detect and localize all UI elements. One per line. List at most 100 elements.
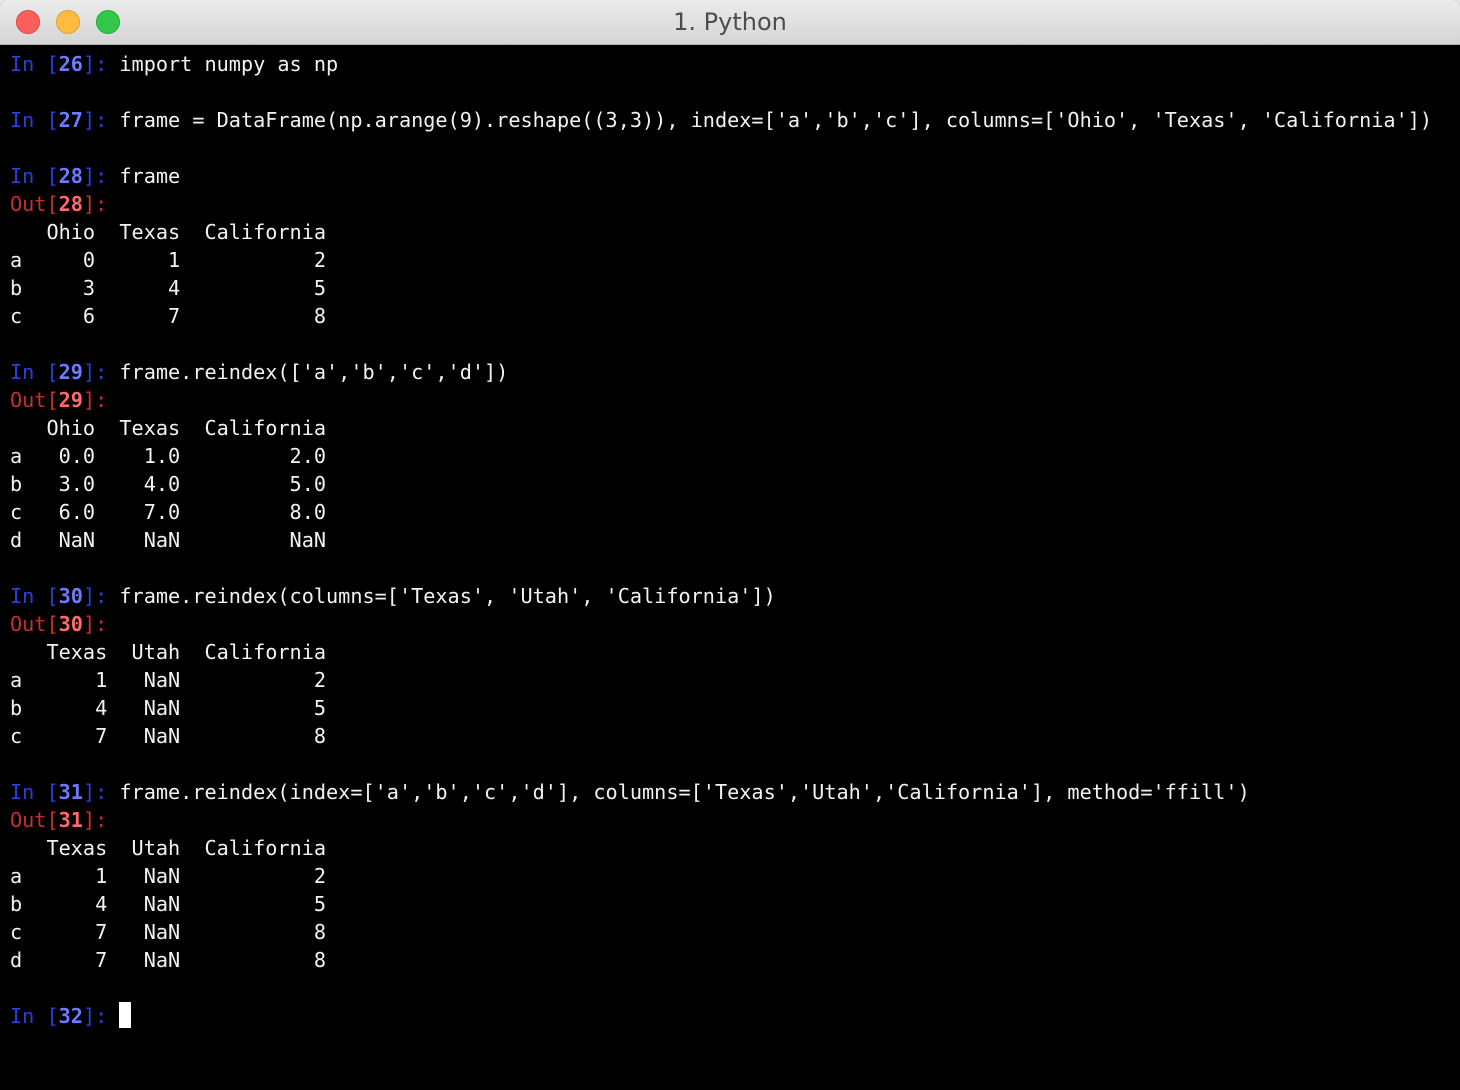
output-text: c 6 7 8 (10, 304, 327, 328)
title-bar[interactable]: 1. Python (0, 0, 1460, 45)
in-prompt-label: In (10, 780, 47, 804)
input-line: In [31]: frame.reindex(index=['a','b','c… (10, 778, 1432, 806)
out-prompt-label: Out (10, 808, 47, 832)
prompt-bracket: [ (46, 584, 59, 608)
prompt-bracket: ]: (82, 192, 108, 216)
input-code: frame = DataFrame(np.arange(9).reshape((… (119, 108, 1433, 132)
dataframe-row: b 3.0 4.0 5.0 (10, 470, 1432, 498)
output-prompt-line: Out[31]: (10, 806, 1432, 834)
output-text: b 4 NaN 5 (10, 696, 327, 720)
out-prompt-label: Out (10, 612, 47, 636)
prompt-bracket: [ (46, 360, 59, 384)
current-input-line[interactable]: In [32]: (10, 1002, 1432, 1030)
input-code: import numpy as np (119, 52, 339, 76)
dataframe-row: c 6 7 8 (10, 302, 1432, 330)
input-line: In [29]: frame.reindex(['a','b','c','d']… (10, 358, 1432, 386)
dataframe-row: c 7 NaN 8 (10, 918, 1432, 946)
out-prompt-number: 31 (58, 808, 83, 832)
output-prompt-line: Out[29]: (10, 386, 1432, 414)
dataframe-row: c 7 NaN 8 (10, 722, 1432, 750)
prompt-bracket: ]: (82, 1004, 120, 1028)
prompt-bracket: [ (46, 108, 59, 132)
dataframe-row: a 1 NaN 2 (10, 862, 1432, 890)
output-text: b 3.0 4.0 5.0 (10, 472, 327, 496)
dataframe-header-row: Texas Utah California (10, 638, 1432, 666)
in-prompt-label: In (10, 52, 47, 76)
prompt-bracket: [ (46, 388, 59, 412)
output-prompt-line: Out[28]: (10, 190, 1432, 218)
prompt-bracket: ]: (82, 780, 120, 804)
output-text: c 6.0 7.0 8.0 (10, 500, 327, 524)
output-text: Ohio Texas California (10, 220, 327, 244)
dataframe-row: d NaN NaN NaN (10, 526, 1432, 554)
prompt-bracket: ]: (82, 52, 120, 76)
in-prompt-number: 29 (58, 360, 83, 384)
out-prompt-label: Out (10, 388, 47, 412)
in-prompt-label: In (10, 584, 47, 608)
dataframe-row: a 1 NaN 2 (10, 666, 1432, 694)
dataframe-row: c 6.0 7.0 8.0 (10, 498, 1432, 526)
output-text: d 7 NaN 8 (10, 948, 327, 972)
in-prompt-number: 32 (58, 1004, 83, 1028)
input-code: frame (119, 164, 181, 188)
output-text: Ohio Texas California (10, 416, 327, 440)
prompt-bracket: ]: (82, 612, 108, 636)
prompt-bracket: ]: (82, 108, 120, 132)
prompt-bracket: [ (46, 780, 59, 804)
terminal-window: 1. Python In [26]: import numpy as np In… (0, 0, 1460, 1090)
output-text: b 3 4 5 (10, 276, 327, 300)
in-prompt-number: 30 (58, 584, 83, 608)
in-prompt-number: 26 (58, 52, 83, 76)
input-code: frame.reindex(['a','b','c','d']) (119, 360, 509, 384)
output-text: Texas Utah California (10, 640, 327, 664)
output-text: a 0 1 2 (10, 248, 327, 272)
output-text: b 4 NaN 5 (10, 892, 327, 916)
window-title: 1. Python (673, 8, 787, 36)
dataframe-row: b 4 NaN 5 (10, 890, 1432, 918)
ipython-session: In [26]: import numpy as np In [27]: fra… (10, 50, 1432, 1030)
prompt-bracket: ]: (82, 808, 108, 832)
prompt-bracket: [ (46, 612, 59, 636)
dataframe-header-row: Ohio Texas California (10, 218, 1432, 246)
in-prompt-number: 31 (58, 780, 83, 804)
in-prompt-number: 27 (58, 108, 83, 132)
output-prompt-line: Out[30]: (10, 610, 1432, 638)
dataframe-row: a 0 1 2 (10, 246, 1432, 274)
out-prompt-number: 28 (58, 192, 83, 216)
prompt-bracket: [ (46, 52, 59, 76)
prompt-bracket: [ (46, 808, 59, 832)
dataframe-row: b 3 4 5 (10, 274, 1432, 302)
in-prompt-number: 28 (58, 164, 83, 188)
in-prompt-label: In (10, 164, 47, 188)
input-code: frame.reindex(index=['a','b','c','d'], c… (119, 780, 1250, 804)
prompt-bracket: [ (46, 192, 59, 216)
output-text: d NaN NaN NaN (10, 528, 327, 552)
out-prompt-number: 29 (58, 388, 83, 412)
prompt-bracket: ]: (82, 164, 120, 188)
output-text: a 1 NaN 2 (10, 668, 327, 692)
output-text: c 7 NaN 8 (10, 724, 327, 748)
in-prompt-label: In (10, 108, 47, 132)
prompt-bracket: [ (46, 1004, 59, 1028)
text-cursor (119, 1002, 132, 1028)
prompt-bracket: [ (46, 164, 59, 188)
input-line: In [26]: import numpy as np (10, 50, 1432, 78)
dataframe-row: b 4 NaN 5 (10, 694, 1432, 722)
input-line: In [30]: frame.reindex(columns=['Texas',… (10, 582, 1432, 610)
dataframe-header-row: Ohio Texas California (10, 414, 1432, 442)
in-prompt-label: In (10, 360, 47, 384)
in-prompt-label: In (10, 1004, 47, 1028)
prompt-bracket: ]: (82, 584, 120, 608)
dataframe-header-row: Texas Utah California (10, 834, 1432, 862)
prompt-bracket: ]: (82, 360, 120, 384)
output-text: a 1 NaN 2 (10, 864, 327, 888)
output-text: Texas Utah California (10, 836, 327, 860)
terminal-output-area[interactable]: In [26]: import numpy as np In [27]: fra… (0, 45, 1460, 1090)
dataframe-row: d 7 NaN 8 (10, 946, 1432, 974)
